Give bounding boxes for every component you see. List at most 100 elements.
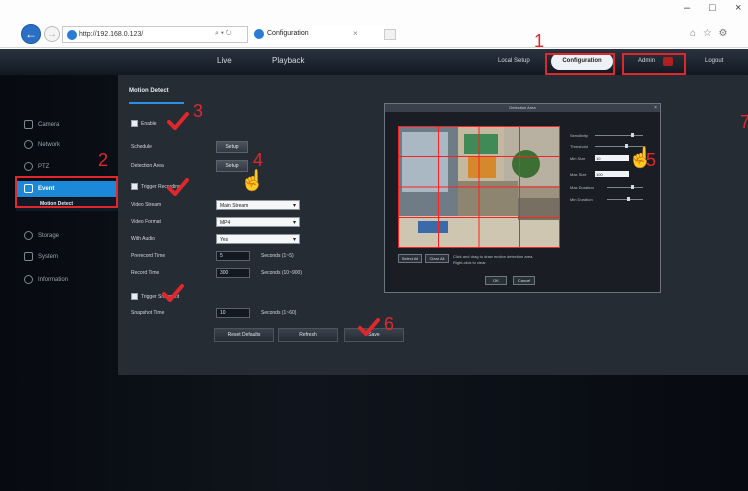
forward-button[interactable]: → xyxy=(44,26,60,42)
search-refresh-icons[interactable]: ⌕ ▾ ↻ xyxy=(215,30,232,38)
back-button[interactable]: ← xyxy=(21,24,41,44)
checkmark-icon xyxy=(167,178,189,196)
annotation-number-3: 3 xyxy=(193,101,204,121)
checkmark-icon xyxy=(162,284,184,302)
sidebar-item-label: Storage xyxy=(38,233,60,240)
hint-line-1: Click and drag to draw motion detection … xyxy=(453,254,534,259)
threshold-label: Threshold xyxy=(570,144,588,149)
slider-knob[interactable] xyxy=(631,185,634,189)
maximize-button[interactable]: □ xyxy=(709,2,716,14)
sensitivity-slider[interactable] xyxy=(595,133,643,137)
annotation-number-1: 1 xyxy=(534,31,545,51)
close-window-button[interactable]: × xyxy=(735,2,741,14)
reset-defaults-button[interactable]: Reset Defaults xyxy=(214,328,274,342)
max-duration-slider[interactable] xyxy=(607,185,643,189)
forward-arrow-icon: → xyxy=(47,28,57,40)
annotation-number-7: 7 xyxy=(740,112,748,132)
chevron-down-icon: ▾ xyxy=(292,220,296,226)
checkmark-icon xyxy=(358,318,380,336)
prerecord-time-input[interactable]: 5 xyxy=(216,251,250,261)
close-icon[interactable]: × xyxy=(654,104,657,112)
slider-knob[interactable] xyxy=(631,133,634,137)
sensitivity-label: Sensitivity xyxy=(570,133,589,138)
schedule-setup-button[interactable]: Setup xyxy=(216,141,248,153)
camera-preview[interactable] xyxy=(398,126,560,248)
max-size-value: 100 xyxy=(596,172,603,177)
video-stream-value: Main Stream xyxy=(220,203,249,209)
annotation-number-2: 2 xyxy=(98,150,109,170)
trigger-snapshot-checkbox[interactable] xyxy=(131,293,138,300)
cancel-button[interactable]: Cancel xyxy=(513,276,535,285)
tab-close-icon[interactable]: × xyxy=(353,29,358,38)
record-time-unit: Seconds (10~900) xyxy=(261,270,303,276)
checkmark-icon xyxy=(167,112,189,130)
max-size-input[interactable]: 100 xyxy=(595,171,629,177)
info-icon xyxy=(24,275,33,284)
snapshot-time-label: Snapshot Time xyxy=(131,310,165,316)
prerecord-time-unit: Seconds (1~5) xyxy=(261,253,294,259)
dialog-title: Detection Area xyxy=(509,105,536,110)
video-format-label: Video Format xyxy=(131,219,161,225)
video-stream-select[interactable]: Main Stream ▾ xyxy=(216,200,300,210)
browser-chrome: ← → http://192.168.0.123/ ⌕ ▾ ↻ Configur… xyxy=(0,0,748,48)
tab-favicon-icon xyxy=(254,29,264,39)
snapshot-time-input[interactable]: 10 xyxy=(216,308,250,318)
ptz-icon xyxy=(24,162,33,171)
detection-grid[interactable] xyxy=(398,126,560,248)
nav-local-setup[interactable]: Local Setup xyxy=(498,58,530,64)
min-duration-slider[interactable] xyxy=(607,197,643,201)
browser-tab[interactable]: Configuration × xyxy=(247,26,387,43)
nav-playback[interactable]: Playback xyxy=(272,56,304,65)
detection-area-dialog: Detection Area × Sensitivity Threshold M… xyxy=(384,103,661,293)
with-audio-select[interactable]: Yes ▾ xyxy=(216,234,300,244)
hand-cursor-icon: ☝ xyxy=(628,147,653,169)
clear-all-button[interactable]: Clear All xyxy=(425,254,449,263)
sidebar-item-network[interactable]: Network xyxy=(24,140,60,149)
prerecord-time-label: Prerecord Time xyxy=(131,253,166,259)
with-audio-label: With Audio xyxy=(131,236,155,242)
ie-icon xyxy=(67,30,77,40)
record-time-input[interactable]: 300 xyxy=(216,268,250,278)
annotation-box-configuration xyxy=(545,53,615,75)
tab-title: Configuration xyxy=(267,30,309,37)
camera-icon xyxy=(24,120,33,129)
ok-button[interactable]: OK xyxy=(485,276,507,285)
schedule-label: Schedule xyxy=(131,144,152,150)
select-all-button[interactable]: Select All xyxy=(398,254,422,263)
min-size-label: Min Size xyxy=(570,156,586,161)
chevron-down-icon: ▾ xyxy=(292,203,296,209)
minimize-button[interactable]: – xyxy=(684,2,690,14)
min-size-input[interactable]: 10 xyxy=(595,155,629,161)
network-icon xyxy=(24,140,33,149)
snapshot-time-unit: Seconds (1~60) xyxy=(261,310,297,316)
sidebar-item-storage[interactable]: Storage xyxy=(24,231,59,240)
max-duration-label: Max Duration xyxy=(570,185,594,190)
new-tab-button[interactable] xyxy=(384,29,396,40)
slider-knob[interactable] xyxy=(627,197,630,201)
title-underline xyxy=(129,102,184,104)
sidebar: Camera Network PTZ Event Motion Detect S… xyxy=(16,75,118,491)
annotation-box-admin xyxy=(622,53,686,75)
sidebar-item-ptz[interactable]: PTZ xyxy=(24,162,49,171)
enable-label: Enable xyxy=(141,121,157,127)
enable-checkbox[interactable] xyxy=(131,120,138,127)
browser-toolbar-icons[interactable]: ⌂ ☆ ⚙ xyxy=(690,28,730,39)
refresh-button[interactable]: Refresh xyxy=(278,328,338,342)
hand-cursor-icon: ☝ xyxy=(240,170,265,192)
video-format-select[interactable]: MP4 ▾ xyxy=(216,217,300,227)
annotation-number-6: 6 xyxy=(384,314,395,334)
video-stream-label: Video Stream xyxy=(131,202,162,208)
sidebar-item-label: PTZ xyxy=(38,164,50,171)
sidebar-item-information[interactable]: Information xyxy=(24,275,68,284)
nav-logout[interactable]: Logout xyxy=(705,58,723,64)
sidebar-item-system[interactable]: System xyxy=(24,252,58,261)
record-time-label: Record Time xyxy=(131,270,160,276)
hint-line-2: Right-click to clear. xyxy=(453,260,487,265)
trigger-recording-checkbox[interactable] xyxy=(131,183,138,190)
sidebar-item-label: Network xyxy=(38,142,61,149)
annotation-box-event xyxy=(15,176,118,208)
nav-live[interactable]: Live xyxy=(217,56,232,65)
back-arrow-icon: ← xyxy=(25,27,37,41)
chevron-down-icon: ▾ xyxy=(292,237,296,243)
sidebar-item-camera[interactable]: Camera xyxy=(24,120,59,129)
